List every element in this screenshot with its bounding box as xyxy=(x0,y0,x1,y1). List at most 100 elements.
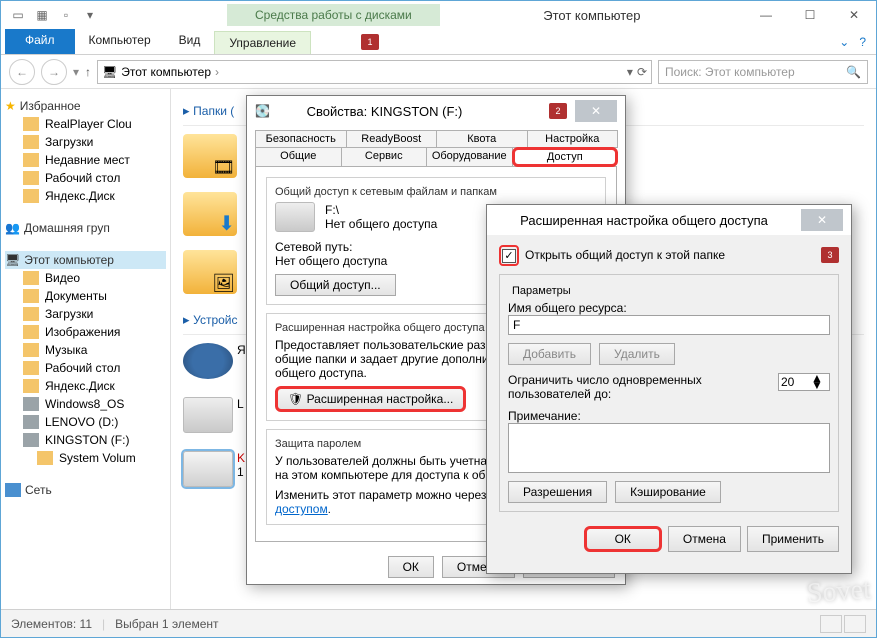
advanced-sharing-dialog: Расширенная настройка общего доступа ✕ ✓… xyxy=(486,204,852,574)
note-textarea[interactable] xyxy=(508,423,830,473)
nav-up-button[interactable]: ↑ xyxy=(85,65,91,79)
addr-dropdown-icon[interactable]: ▾ xyxy=(627,65,633,79)
pc-icon: 🖥 xyxy=(102,65,117,79)
advshare-close-button[interactable]: ✕ xyxy=(801,209,843,231)
context-tab-disk-tools[interactable]: Средства работы с дисками xyxy=(227,4,440,26)
share-folder-row: ✓ Открыть общий доступ к этой папке 3 xyxy=(487,235,851,270)
close-button[interactable]: ✕ xyxy=(832,3,876,27)
advanced-sharing-button[interactable]: 🛡 Расширенная настройка... xyxy=(275,386,466,412)
nav-item[interactable]: Windows8_OS xyxy=(5,395,166,413)
properties-title: Свойства: KINGSTON (F:) xyxy=(278,104,491,119)
nav-forward-button[interactable]: → xyxy=(41,59,67,85)
nav-item[interactable]: RealPlayer Clou xyxy=(5,115,166,133)
refresh-icon[interactable]: ⟳ xyxy=(637,65,647,79)
nav-item[interactable]: Недавние мест xyxy=(5,151,166,169)
nav-recent-icon[interactable]: ▾ xyxy=(73,65,79,79)
folder-icon xyxy=(23,271,39,285)
tab-quota[interactable]: Квота xyxy=(436,130,528,148)
nav-thispc-header[interactable]: 🖥Этот компьютер xyxy=(5,251,166,269)
folder-icon xyxy=(23,361,39,375)
breadcrumb[interactable]: Этот компьютер xyxy=(121,65,219,79)
nav-item[interactable]: System Volum xyxy=(5,449,166,467)
share-folder-checkbox[interactable]: ✓ xyxy=(502,249,516,263)
nav-item[interactable]: Яндекс.Диск xyxy=(5,377,166,395)
title-bar: ▭ ▦ ▫ ▾ Средства работы с дисками Этот к… xyxy=(1,1,876,29)
cloud-icon xyxy=(183,343,233,379)
tab-customize[interactable]: Настройка xyxy=(527,130,619,148)
tab-general[interactable]: Общие xyxy=(255,147,342,167)
properties-titlebar[interactable]: 💽 Свойства: KINGSTON (F:) 2 ✕ xyxy=(247,96,625,126)
folder-downloads[interactable] xyxy=(183,192,237,236)
ribbon-right: ⌄ ? xyxy=(839,29,876,54)
tab-hardware[interactable]: Оборудование xyxy=(426,147,513,167)
remove-share-button[interactable]: Удалить xyxy=(599,343,675,365)
nav-favorites-header[interactable]: ★Избранное xyxy=(5,97,166,115)
tab-computer[interactable]: Компьютер xyxy=(75,29,165,54)
ribbon-expand-icon[interactable]: ⌄ xyxy=(839,35,849,49)
folder-icon xyxy=(23,307,39,321)
qat-new-folder-icon[interactable]: ▫ xyxy=(55,4,77,26)
user-limit-spinner[interactable]: ▲▼ xyxy=(778,373,830,391)
advshare-cancel-button[interactable]: Отмена xyxy=(668,526,741,552)
quick-access-toolbar: ▭ ▦ ▫ ▾ xyxy=(1,4,107,26)
folder-pictures[interactable] xyxy=(183,250,237,294)
caching-button[interactable]: Кэширование xyxy=(615,481,721,503)
properties-close-button[interactable]: ✕ xyxy=(575,100,617,122)
nav-item[interactable]: Рабочий стол xyxy=(5,169,166,187)
qat-properties-icon[interactable]: ▦ xyxy=(31,4,53,26)
nav-pane[interactable]: ★Избранное RealPlayer Clou Загрузки Неда… xyxy=(1,89,171,609)
drive-icon xyxy=(23,433,39,447)
maximize-button[interactable]: ☐ xyxy=(788,3,832,27)
tab-readyboost[interactable]: ReadyBoost xyxy=(346,130,438,148)
props-ok-button[interactable]: ОК xyxy=(388,556,434,578)
minimize-button[interactable]: — xyxy=(744,3,788,27)
nav-network-header[interactable]: Сеть xyxy=(5,481,166,499)
nav-item[interactable]: KINGSTON (F:) xyxy=(5,431,166,449)
tab-tools[interactable]: Сервис xyxy=(341,147,428,167)
nav-item[interactable]: Видео xyxy=(5,269,166,287)
add-share-button[interactable]: Добавить xyxy=(508,343,591,365)
view-tiles-button[interactable] xyxy=(844,615,866,633)
drive-icon xyxy=(23,415,39,429)
advshare-apply-button[interactable]: Применить xyxy=(747,526,839,552)
annotation-marker-3: 3 xyxy=(821,247,839,263)
drive-icon xyxy=(23,397,39,411)
tab-file[interactable]: Файл xyxy=(5,29,75,54)
nav-item[interactable]: Музыка xyxy=(5,341,166,359)
network-icon xyxy=(5,483,21,497)
nav-item[interactable]: Яндекс.Диск xyxy=(5,187,166,205)
address-bar[interactable]: 🖥 Этот компьютер ▾ ⟳ xyxy=(97,60,652,84)
share-folder-label: Открыть общий доступ к этой папке xyxy=(525,248,725,262)
search-box[interactable]: Поиск: Этот компьютер 🔍 xyxy=(658,60,868,84)
nav-homegroup-header[interactable]: 👥Домашняя груп xyxy=(5,219,166,237)
folder-icon xyxy=(23,343,39,357)
spin-down-icon[interactable]: ▼ xyxy=(811,382,823,389)
folder-icon xyxy=(23,135,39,149)
folder-videos[interactable] xyxy=(183,134,237,178)
user-limit-input[interactable] xyxy=(781,375,811,389)
tab-manage[interactable]: Управление xyxy=(214,31,311,54)
share-name-label: Имя общего ресурса: xyxy=(508,301,830,315)
permissions-button[interactable]: Разрешения xyxy=(508,481,607,503)
tab-view[interactable]: Вид xyxy=(165,29,215,54)
nav-item[interactable]: Загрузки xyxy=(5,305,166,323)
share-name-input[interactable] xyxy=(508,315,830,335)
share-status: Нет общего доступа xyxy=(325,217,437,231)
tab-sharing[interactable]: Доступ xyxy=(512,147,619,167)
nav-item[interactable]: Загрузки xyxy=(5,133,166,151)
help-icon[interactable]: ? xyxy=(859,35,866,49)
qat-dropdown-icon[interactable]: ▾ xyxy=(79,4,101,26)
advshare-ok-button[interactable]: ОК xyxy=(584,526,662,552)
status-bar: Элементов: 11 | Выбран 1 элемент xyxy=(1,609,876,637)
advshare-titlebar[interactable]: Расширенная настройка общего доступа ✕ xyxy=(487,205,851,235)
nav-item[interactable]: LENOVO (D:) xyxy=(5,413,166,431)
pc-icon: 🖥 xyxy=(5,253,20,267)
nav-item[interactable]: Изображения xyxy=(5,323,166,341)
view-details-button[interactable] xyxy=(820,615,842,633)
nav-item[interactable]: Документы xyxy=(5,287,166,305)
nav-item[interactable]: Рабочий стол xyxy=(5,359,166,377)
tab-security[interactable]: Безопасность xyxy=(255,130,347,148)
share-button[interactable]: Общий доступ... xyxy=(275,274,396,296)
folder-icon xyxy=(23,289,39,303)
nav-back-button[interactable]: ← xyxy=(9,59,35,85)
